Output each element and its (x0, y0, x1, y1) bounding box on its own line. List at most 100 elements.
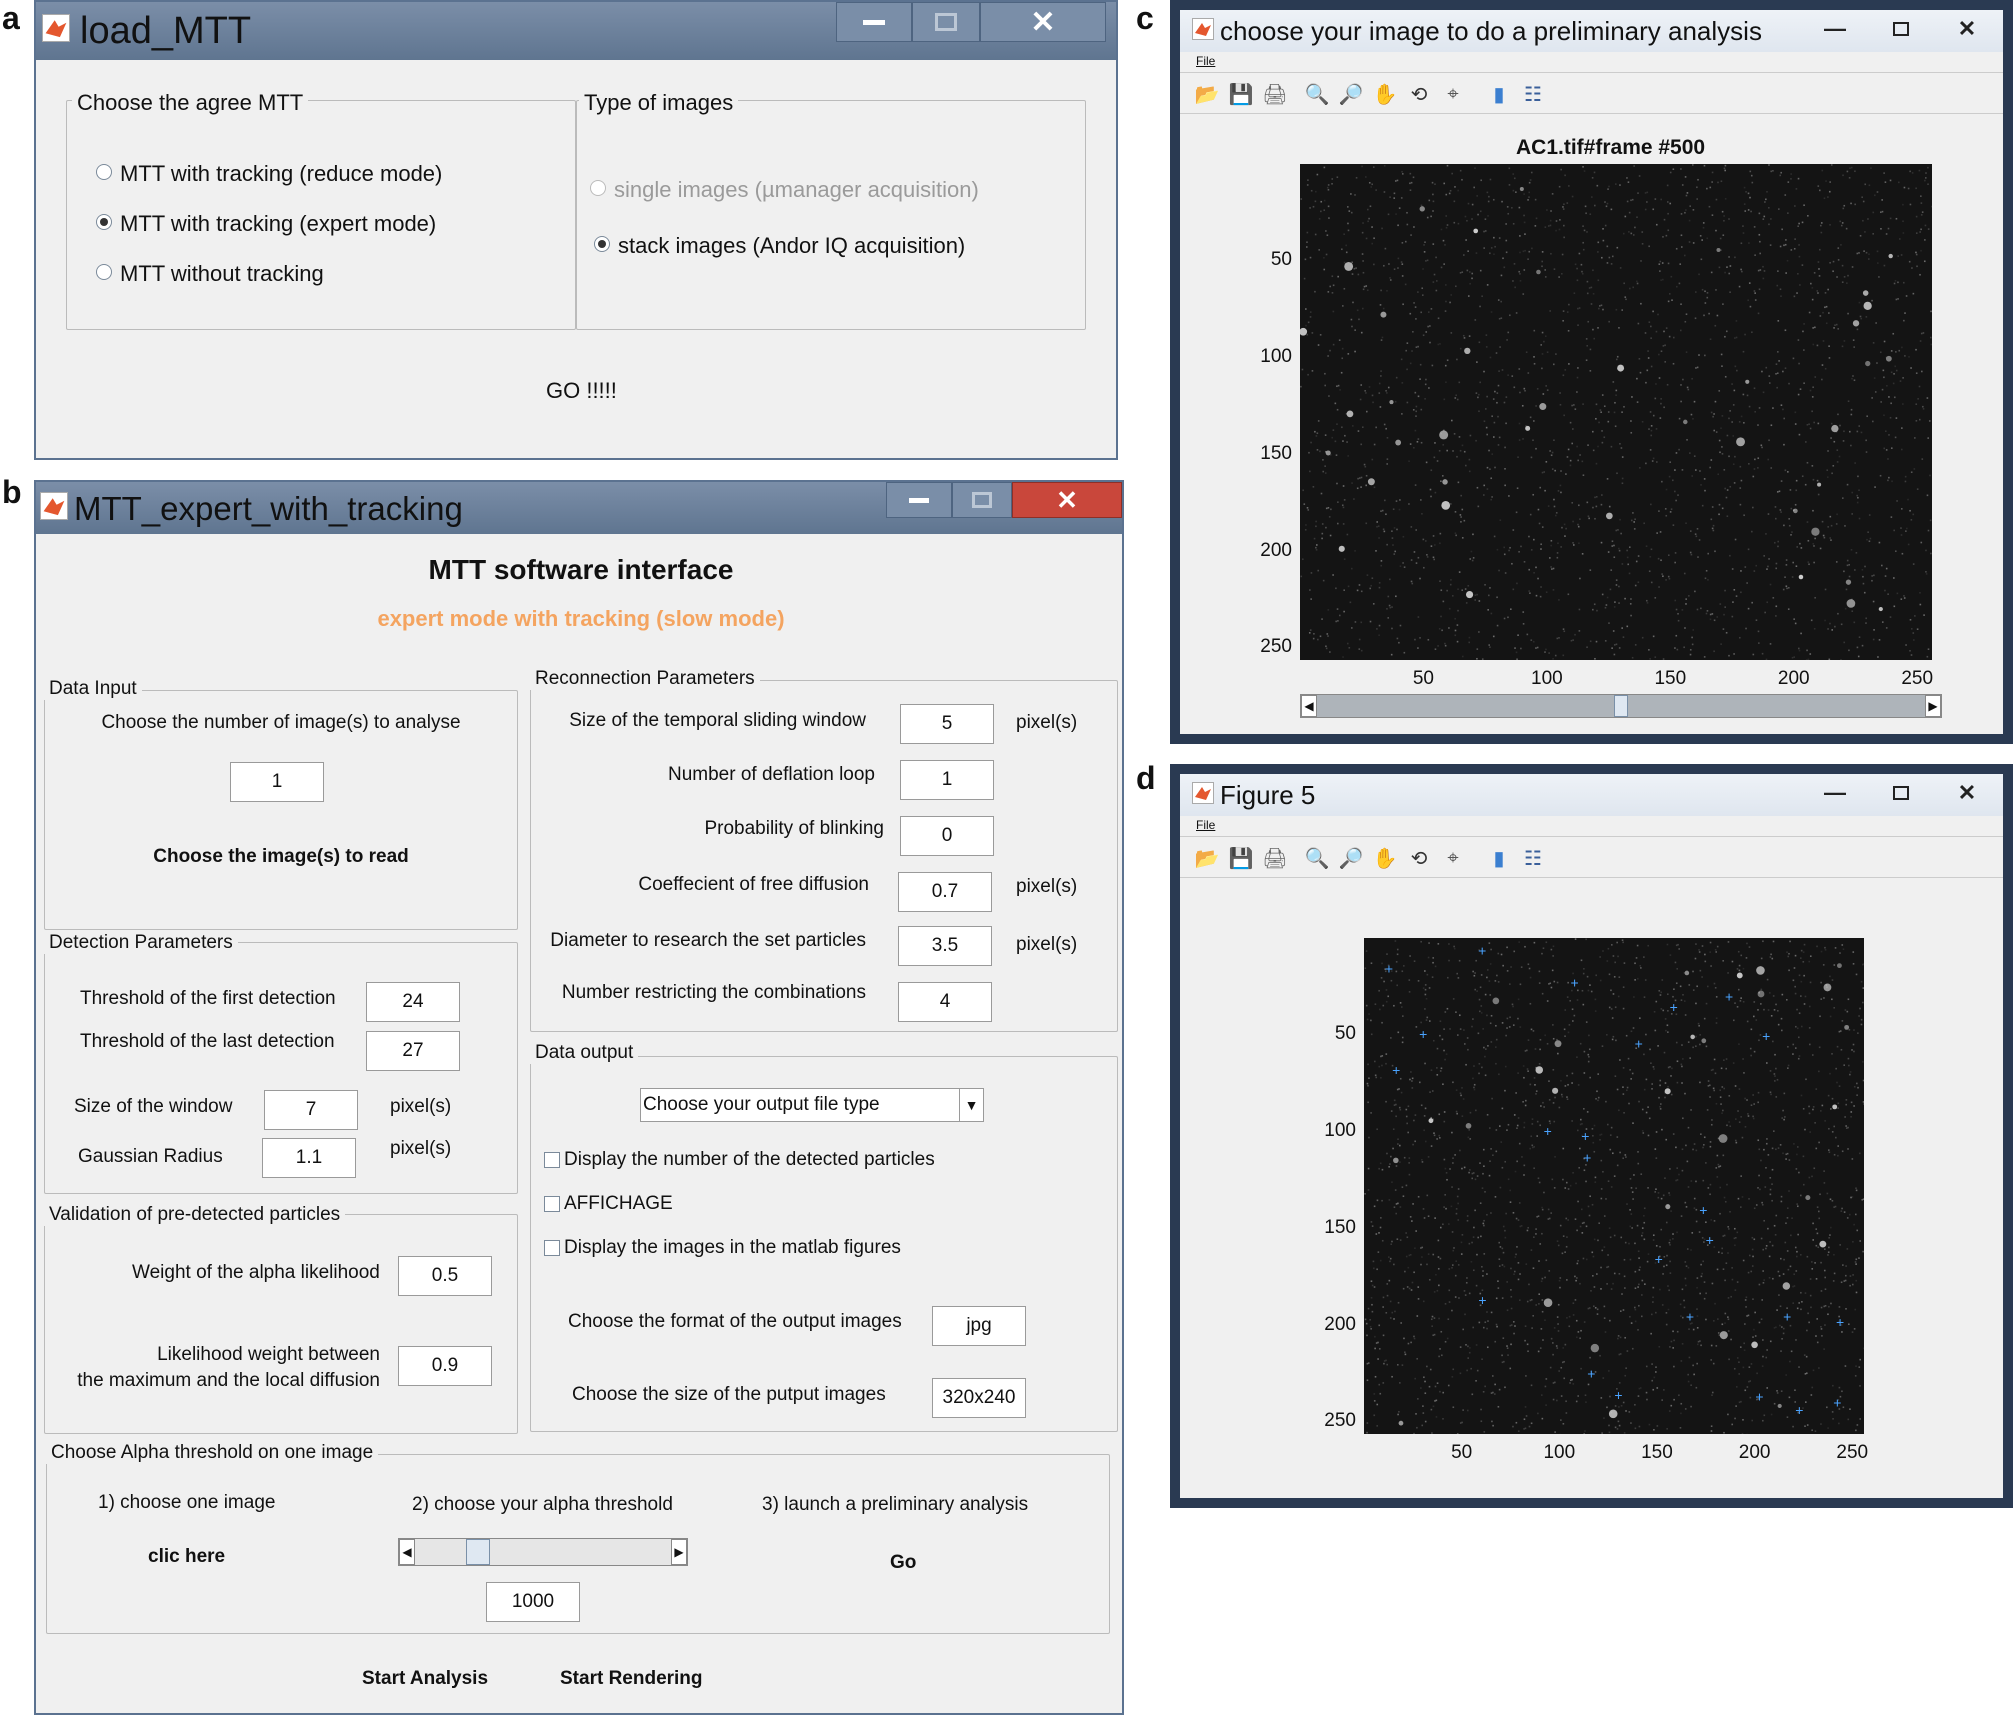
image-plot[interactable]: + + + + + + + + + + + + + + + + + + + + + + + + (1364, 938, 1864, 1434)
output-file-type-select[interactable]: Choose your output file type ▼ (640, 1088, 984, 1122)
radio-stack-images-label: stack images (Andor IQ acquisition) (618, 233, 966, 258)
sliding-window-field[interactable]: 5 (900, 704, 994, 744)
x-tick-label: 50 (1412, 668, 1434, 689)
close-button[interactable]: ✕ (1952, 14, 1982, 44)
title-bar[interactable]: choose your image to do a preliminary an… (1180, 10, 2003, 52)
free-diffusion-field[interactable]: 0.7 (898, 872, 992, 912)
affichage-checkbox[interactable] (544, 1196, 560, 1212)
rotate-icon[interactable]: ⟲ (1406, 845, 1432, 871)
start-rendering-button[interactable]: Start Rendering (560, 1668, 703, 1690)
close-button[interactable]: ✕ (1952, 778, 1982, 808)
close-button[interactable]: ✕ (980, 2, 1106, 42)
maximize-button[interactable] (952, 482, 1012, 518)
zoom-in-icon[interactable]: 🔍 (1304, 81, 1330, 107)
save-icon[interactable]: 💾 (1228, 845, 1254, 871)
zoom-out-icon[interactable]: 🔎 (1338, 81, 1364, 107)
minimize-button[interactable]: — (1820, 14, 1850, 44)
detection-marker-icon: + (1670, 999, 1678, 1015)
title-bar[interactable]: load_MTT ✕ (36, 2, 1116, 60)
combinations-field[interactable]: 4 (898, 982, 992, 1022)
colorbar-icon[interactable]: ▮ (1486, 845, 1512, 871)
first-detection-label: Threshold of the first detection (80, 988, 336, 1009)
radio-reduce-mode[interactable] (96, 164, 112, 180)
gaussian-radius-field[interactable]: 1.1 (262, 1138, 356, 1178)
display-particle-count-checkbox[interactable] (544, 1152, 560, 1168)
menu-file[interactable]: File (1196, 54, 1215, 68)
first-detection-field[interactable]: 24 (366, 982, 460, 1022)
preliminary-analysis-window: choose your image to do a preliminary an… (1170, 0, 2013, 744)
last-detection-label: Threshold of the last detection (80, 1031, 335, 1052)
colorbar-icon[interactable]: ▮ (1486, 81, 1512, 107)
detection-marker-icon: + (1587, 1365, 1595, 1381)
detection-marker-icon: + (1833, 1394, 1841, 1410)
matlab-logo-icon (1192, 18, 1214, 40)
minimize-button[interactable] (836, 2, 912, 42)
combinations-label: Number restricting the combinations (561, 982, 866, 1003)
alpha-likelihood-label: Weight of the alpha likelihood (132, 1262, 380, 1283)
radio-without-tracking[interactable] (96, 264, 112, 280)
image-plot[interactable] (1300, 164, 1932, 660)
minimize-button[interactable]: — (1820, 778, 1850, 808)
slider-right-arrow-icon[interactable]: ▶ (671, 1539, 687, 1565)
detection-marker-icon: + (1478, 943, 1486, 959)
close-button[interactable]: ✕ (1012, 482, 1122, 518)
data-cursor-icon[interactable]: ⌖ (1440, 81, 1466, 107)
diameter-field[interactable]: 3.5 (898, 926, 992, 966)
slider-left-arrow-icon[interactable]: ◀ (399, 1539, 415, 1565)
window-size-label: Size of the window (74, 1096, 233, 1117)
legend-icon[interactable]: ☷ (1520, 845, 1546, 871)
start-analysis-button[interactable]: Start Analysis (362, 1668, 488, 1690)
output-size-field[interactable]: 320x240 (932, 1378, 1026, 1418)
maximize-icon (935, 13, 957, 31)
slider-left-arrow-icon[interactable]: ◀ (1301, 695, 1317, 717)
output-format-field[interactable]: jpg (932, 1306, 1026, 1346)
radio-stack-images[interactable] (594, 236, 610, 252)
last-detection-field[interactable]: 27 (366, 1031, 460, 1071)
clic-here-button[interactable]: clic here (148, 1546, 225, 1568)
pan-icon[interactable]: ✋ (1372, 845, 1398, 871)
save-icon[interactable]: 💾 (1228, 81, 1254, 107)
maximize-button[interactable] (912, 2, 980, 42)
open-icon[interactable]: 📂 (1194, 845, 1220, 871)
deflation-loop-field[interactable]: 1 (900, 760, 994, 800)
validation-title: Validation of pre-detected particles (44, 1204, 346, 1226)
open-icon[interactable]: 📂 (1194, 81, 1220, 107)
choose-images-button[interactable]: Choose the image(s) to read (44, 846, 518, 868)
window-size-field[interactable]: 7 (264, 1090, 358, 1130)
alpha-threshold-slider[interactable]: ◀ ▶ (398, 1538, 688, 1566)
maximize-button[interactable] (1886, 14, 1916, 44)
y-tick-label: 100 (1260, 345, 1292, 367)
matlab-logo-icon (42, 14, 70, 42)
pan-icon[interactable]: ✋ (1372, 81, 1398, 107)
legend-icon[interactable]: ☷ (1520, 81, 1546, 107)
go-button[interactable]: GO !!!!! (546, 378, 617, 404)
zoom-out-icon[interactable]: 🔎 (1338, 845, 1364, 871)
likelihood-weight-field[interactable]: 0.9 (398, 1346, 492, 1386)
alpha-value-field[interactable]: 1000 (486, 1582, 580, 1622)
slider-thumb[interactable] (1614, 695, 1628, 717)
title-bar[interactable]: MTT_expert_with_tracking ✕ (36, 482, 1122, 534)
slider-thumb[interactable] (466, 1539, 491, 1565)
menu-file[interactable]: File (1196, 818, 1215, 832)
minimize-button[interactable] (886, 482, 952, 518)
radio-expert-mode[interactable] (96, 214, 112, 230)
radio-single-images[interactable] (590, 180, 606, 196)
print-icon[interactable]: 🖨 (1262, 845, 1288, 871)
detection-marker-icon: + (1699, 1202, 1707, 1218)
blinking-field[interactable]: 0 (900, 816, 994, 856)
figure-toolbar: 📂 💾 🖨 🔍 🔎 ✋ ⟲ ⌖ ▮ ☷ (1180, 836, 2003, 878)
zoom-in-icon[interactable]: 🔍 (1304, 845, 1330, 871)
step-3-label: 3) launch a preliminary analysis (762, 1494, 1029, 1515)
alpha-likelihood-field[interactable]: 0.5 (398, 1256, 492, 1296)
rotate-icon[interactable]: ⟲ (1406, 81, 1432, 107)
print-icon[interactable]: 🖨 (1262, 81, 1288, 107)
go-preliminary-button[interactable]: Go (890, 1552, 916, 1574)
maximize-button[interactable] (1886, 778, 1916, 808)
title-bar[interactable]: Figure 5 — ✕ (1180, 774, 2003, 816)
frame-slider[interactable]: ◀ ▶ (1300, 694, 1942, 718)
slider-right-arrow-icon[interactable]: ▶ (1925, 695, 1941, 717)
image-count-field[interactable]: 1 (230, 762, 324, 802)
data-cursor-icon[interactable]: ⌖ (1440, 845, 1466, 871)
display-images-checkbox[interactable] (544, 1240, 560, 1256)
y-tick-label: 200 (1260, 539, 1292, 561)
